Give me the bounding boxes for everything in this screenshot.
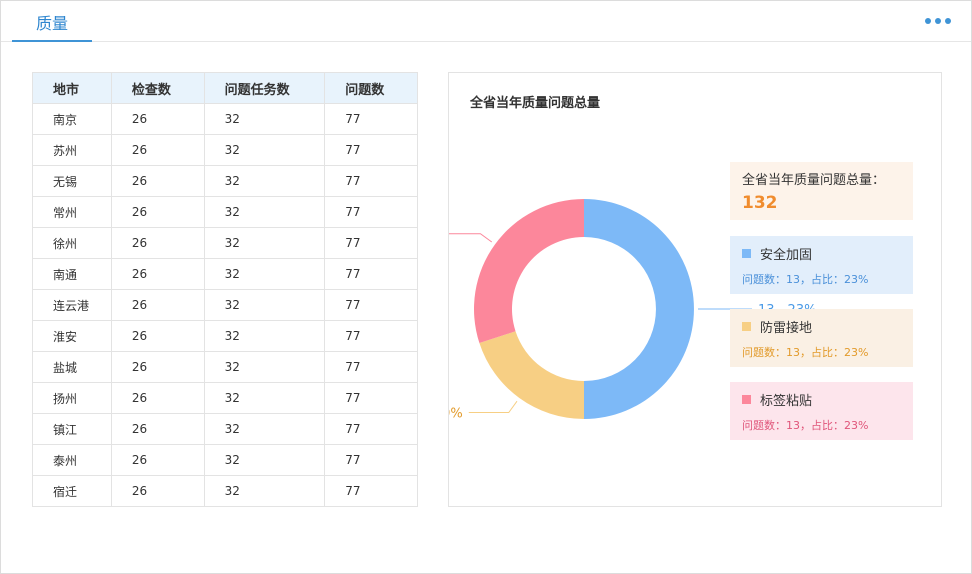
cell-tasks: 32 (203, 351, 326, 383)
total-summary: 全省当年质量问题总量： 132 (730, 162, 913, 220)
cell-tasks: 32 (203, 258, 326, 290)
cell-issues: 77 (324, 320, 418, 352)
cell-city: 常州 (32, 196, 112, 228)
cell-issues: 77 (324, 444, 418, 476)
legend-swatch (742, 395, 751, 404)
cell-issues: 77 (324, 382, 418, 414)
cell-issues: 77 (324, 227, 418, 259)
cell-tasks: 32 (203, 227, 326, 259)
slice-data-label: 3.2，39% (449, 407, 463, 422)
card-header: 质量 (1, 1, 971, 42)
cell-tasks: 32 (203, 413, 326, 445)
table-row: 镇江 26 32 77 (32, 413, 418, 445)
tab-quality[interactable]: 质量 (12, 1, 92, 42)
cell-issues: 77 (324, 475, 418, 507)
table-row: 无锡 26 32 77 (32, 165, 418, 197)
table-row: 常州 26 32 77 (32, 196, 418, 228)
legend-swatch (742, 249, 751, 258)
cell-city: 无锡 (32, 165, 112, 197)
legend-name: 标签粘贴 (760, 394, 813, 409)
table-row: 淮安 26 32 77 (32, 320, 418, 352)
legend-swatch (742, 322, 751, 331)
column-header-issues: 问题数 (324, 72, 418, 104)
quality-card: 质量 地市 检查数 问题任务数 问题数 南京 26 32 77 苏州 26 32 77 无锡… (0, 0, 972, 574)
cell-tasks: 32 (203, 444, 326, 476)
column-header-checks: 检查数 (110, 72, 205, 104)
cell-checks: 26 (110, 444, 205, 476)
cell-issues: 77 (324, 103, 418, 135)
cell-issues: 77 (324, 413, 418, 445)
cell-tasks: 32 (203, 103, 326, 135)
cell-issues: 77 (324, 258, 418, 290)
cell-city: 扬州 (32, 382, 112, 414)
cell-city: 镇江 (32, 413, 112, 445)
table-row: 徐州 26 32 77 (32, 227, 418, 259)
cell-city: 连云港 (32, 289, 112, 321)
cell-tasks: 32 (203, 320, 326, 352)
table-row: 南京 26 32 77 (32, 103, 418, 135)
cell-tasks: 32 (203, 475, 326, 507)
cell-issues: 77 (324, 134, 418, 166)
cell-city: 淮安 (32, 320, 112, 352)
cell-issues: 77 (324, 289, 418, 321)
table-row: 连云港 26 32 77 (32, 289, 418, 321)
legend-detail: 问题数：13，占比：23% (742, 346, 869, 359)
table-row: 盐城 26 32 77 (32, 351, 418, 383)
table-row: 泰州 26 32 77 (32, 444, 418, 476)
column-header-city: 地市 (32, 72, 112, 104)
cell-checks: 26 (110, 227, 205, 259)
cell-tasks: 32 (203, 165, 326, 197)
cell-checks: 26 (110, 258, 205, 290)
cell-checks: 26 (110, 413, 205, 445)
cell-checks: 26 (110, 351, 205, 383)
table-row: 扬州 26 32 77 (32, 382, 418, 414)
cell-checks: 26 (110, 289, 205, 321)
tab-quality-label: 质量 (36, 14, 69, 33)
legend-detail: 问题数：13，占比：23% (742, 419, 869, 432)
table-row: 宿迁 26 32 77 (32, 475, 418, 507)
total-label: 全省当年质量问题总量： (742, 173, 886, 188)
cell-tasks: 32 (203, 196, 326, 228)
table-row: 苏州 26 32 77 (32, 134, 418, 166)
cell-checks: 26 (110, 382, 205, 414)
cell-issues: 77 (324, 351, 418, 383)
cell-city: 泰州 (32, 444, 112, 476)
slice-leader-line (468, 400, 518, 414)
column-header-tasks: 问题任务数 (203, 72, 326, 104)
cell-checks: 26 (110, 134, 205, 166)
cell-issues: 77 (324, 196, 418, 228)
cell-tasks: 32 (203, 134, 326, 166)
cell-tasks: 32 (203, 382, 326, 414)
city-stats-table: 地市 检查数 问题任务数 问题数 南京 26 32 77 苏州 26 32 77 无锡 26 3… (32, 72, 418, 507)
legend-item-lightning[interactable]: 防雷接地 问题数：13，占比：23% (730, 309, 913, 367)
total-value: 132 (742, 193, 778, 213)
cell-city: 宿迁 (32, 475, 112, 507)
legend-name: 安全加固 (760, 248, 813, 263)
cell-city: 盐城 (32, 351, 112, 383)
legend-item-label[interactable]: 标签粘贴 问题数：13，占比：23% (730, 382, 913, 440)
cell-issues: 77 (324, 165, 418, 197)
cell-city: 南通 (32, 258, 112, 290)
donut-slice[interactable] (474, 199, 584, 343)
cell-checks: 26 (110, 196, 205, 228)
slice-leader-line (449, 233, 493, 243)
cell-checks: 26 (110, 103, 205, 135)
legend-item-security[interactable]: 安全加固 问题数：13，占比：23% (730, 236, 913, 294)
cell-city: 苏州 (32, 134, 112, 166)
legend-name: 防雷接地 (760, 321, 813, 336)
donut-slice[interactable] (479, 331, 584, 419)
table-row: 南通 26 32 77 (32, 258, 418, 290)
more-options-icon[interactable] (925, 18, 951, 24)
cell-city: 徐州 (32, 227, 112, 259)
quality-summary-panel: 全省当年质量问题总量 13，23%3.2，39%13，23% 全省当年质量问题总… (448, 72, 942, 507)
cell-checks: 26 (110, 475, 205, 507)
cell-tasks: 32 (203, 289, 326, 321)
legend-detail: 问题数：13，占比：23% (742, 273, 869, 286)
cell-checks: 26 (110, 165, 205, 197)
donut-slice[interactable] (584, 199, 694, 419)
cell-checks: 26 (110, 320, 205, 352)
table-header-row: 地市 检查数 问题任务数 问题数 (32, 72, 418, 104)
cell-city: 南京 (32, 103, 112, 135)
